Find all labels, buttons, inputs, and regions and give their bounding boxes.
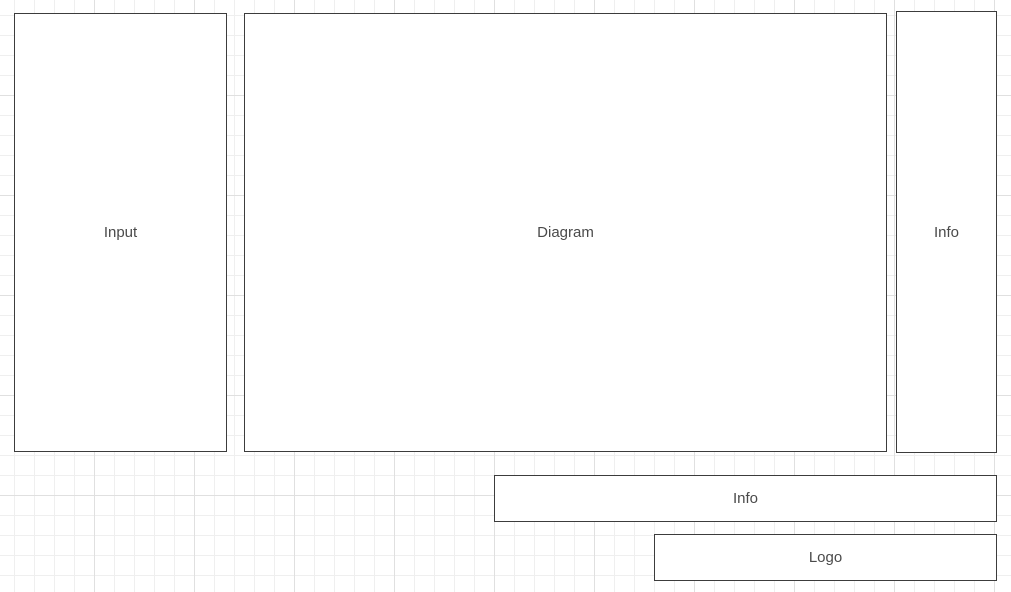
info-bottom-box-label: Info — [732, 490, 759, 507]
diagram-box-label: Diagram — [537, 224, 594, 241]
diagram-box[interactable]: Diagram — [244, 13, 887, 452]
diagram-canvas[interactable]: Input Diagram Info Info Logo — [0, 0, 1011, 592]
info-side-box[interactable]: Info — [896, 11, 997, 453]
info-side-box-label: Info — [933, 223, 960, 241]
input-box[interactable]: Input — [14, 13, 227, 452]
input-box-label: Input — [103, 224, 138, 241]
logo-box-label: Logo — [808, 549, 843, 566]
info-bottom-box[interactable]: Info — [494, 475, 997, 522]
logo-box[interactable]: Logo — [654, 534, 997, 581]
